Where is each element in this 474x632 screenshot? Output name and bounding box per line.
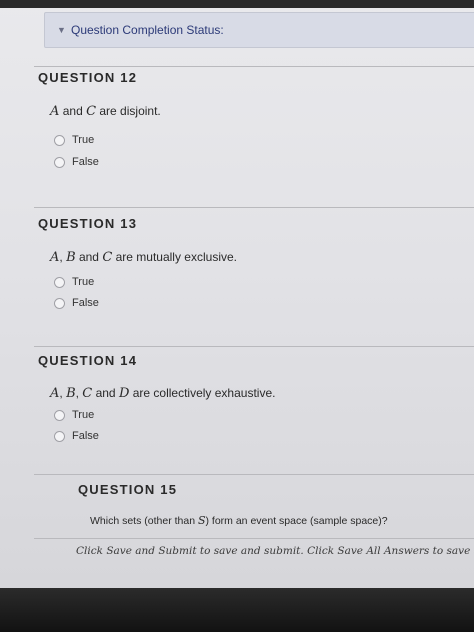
question-12-text: A and C are disjoint.: [50, 104, 161, 119]
question-15-divider: [34, 474, 474, 475]
question-12-option-false[interactable]: False: [54, 156, 99, 168]
radio-button[interactable]: [54, 430, 65, 442]
variable-c: C: [86, 104, 97, 119]
question-12-title: QUESTION 12: [38, 70, 138, 85]
top-bezel: [0, 0, 474, 8]
bottom-bezel: [0, 588, 474, 632]
question-12-divider: [34, 66, 474, 67]
question-14-title: QUESTION 14: [38, 353, 138, 368]
question-14-text: A, B, C and D are collectively exhaustiv…: [50, 386, 276, 401]
question-13-divider: [34, 207, 474, 208]
question-14-option-false[interactable]: False: [54, 430, 99, 442]
radio-button[interactable]: [54, 409, 65, 421]
radio-button[interactable]: [54, 297, 65, 309]
question-15-title: QUESTION 15: [78, 482, 178, 497]
radio-button[interactable]: [54, 134, 65, 146]
question-13-text: A, B and C are mutually exclusive.: [50, 250, 237, 265]
chevron-down-icon[interactable]: ▼: [57, 25, 67, 35]
radio-button[interactable]: [54, 276, 65, 288]
question-13-option-false[interactable]: False: [54, 297, 99, 309]
question-13-option-true[interactable]: True: [54, 276, 94, 288]
question-14-option-true[interactable]: True: [54, 409, 94, 421]
footer-instructions: Click Save and Submit to save and submit…: [76, 545, 474, 557]
variable-a: A: [50, 104, 60, 119]
question-15-text: Which sets (other than S) form an event …: [90, 514, 388, 527]
radio-button[interactable]: [54, 156, 65, 168]
question-14-divider: [34, 346, 474, 347]
question-12-option-true[interactable]: True: [54, 134, 94, 146]
question-13-title: QUESTION 13: [38, 216, 138, 231]
status-bar-label: Question Completion Status:: [71, 23, 224, 37]
screen: ▼ Question Completion Status: QUESTION 1…: [0, 0, 474, 588]
question-completion-status-bar[interactable]: ▼ Question Completion Status:: [44, 12, 474, 48]
footer-divider: [34, 538, 474, 539]
